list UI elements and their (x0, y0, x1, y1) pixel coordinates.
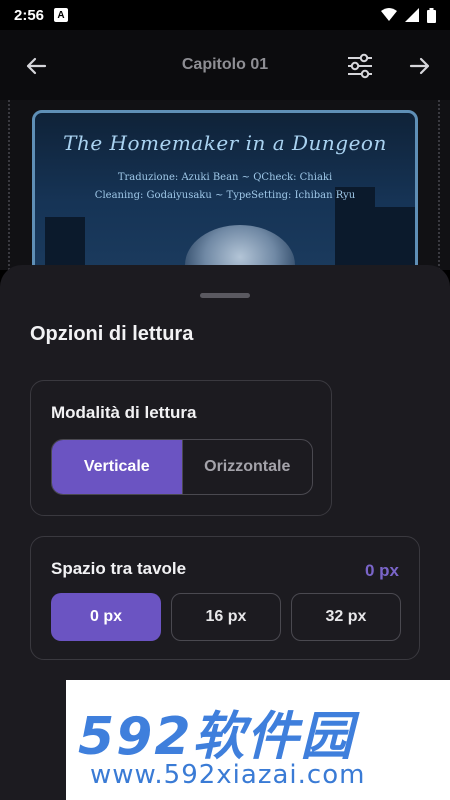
next-chapter-button[interactable] (404, 50, 436, 82)
site-watermark: 592软件园 www.592xiazai.com (66, 680, 450, 800)
watermark-url: www.592xiazai.com (90, 760, 366, 790)
credits-line: Traduzione: Azuki Bean ~ QCheck: Chiaki (117, 172, 333, 183)
page-edge-left (8, 100, 10, 270)
reading-mode-label: Modalità di lettura (51, 403, 197, 422)
status-time: 2:56 (14, 6, 45, 24)
status-icons (381, 7, 436, 23)
watermark-logo: 592软件园 (78, 707, 355, 767)
page-spacing-value: 0 px (364, 561, 399, 580)
sliders-icon (348, 53, 372, 79)
horizontal-mode-option[interactable]: Orizzontale (181, 440, 313, 494)
spacing-0px-button[interactable]: 0 px (51, 593, 161, 641)
page-spacing-label: Spazio tra tavole (51, 559, 187, 578)
manga-credits: Traduzione: Azuki Bean ~ QCheck: Chiaki … (35, 169, 415, 205)
drag-handle[interactable] (200, 293, 250, 298)
wifi-icon (381, 8, 397, 22)
manga-title: The Homemaker in a Dungeon (63, 131, 387, 155)
vertical-mode-option[interactable]: Verticale (52, 440, 182, 494)
chapter-title: Capitolo 01 (181, 56, 269, 73)
reader-area[interactable]: The Homemaker in a Dungeon Traduzione: A… (0, 100, 450, 270)
credits-line: Cleaning: Godaiyusaku ~ TypeSetting: Ich… (94, 190, 356, 201)
reading-mode-card: Modalità di lettura Verticale Orizzontal… (30, 380, 332, 516)
reader-settings-button[interactable] (344, 50, 376, 82)
page-spacing-card: Spazio tra tavole 0 px 0 px 16 px 32 px (30, 536, 420, 660)
status-bar: 2:56 A (0, 0, 450, 30)
signal-icon (405, 8, 419, 22)
reading-mode-toggle: Verticale Orizzontale (51, 439, 313, 495)
page-art-building (45, 217, 85, 270)
page-edge-right (438, 100, 440, 270)
spacing-32px-button[interactable]: 32 px (291, 593, 401, 641)
top-app-bar: Capitolo 01 (0, 30, 450, 100)
arrow-right-icon (409, 57, 430, 75)
page-art-figure (185, 225, 295, 270)
spacing-16px-button[interactable]: 16 px (171, 593, 281, 641)
sheet-title: Opzioni di lettura (30, 323, 194, 345)
manga-page-image: The Homemaker in a Dungeon Traduzione: A… (32, 110, 418, 270)
notification-icon: A (54, 8, 69, 22)
page-art-building (375, 207, 415, 270)
battery-icon (427, 7, 436, 23)
